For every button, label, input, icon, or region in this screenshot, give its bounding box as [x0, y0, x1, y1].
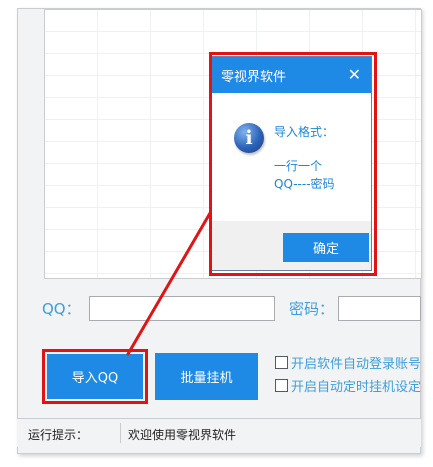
password-label: 密码： — [289, 300, 335, 318]
auto-login-label: 开启软件自动登录账号 — [291, 357, 422, 372]
batch-hang-button[interactable]: 批量挂机 — [155, 353, 258, 400]
status-divider — [120, 423, 121, 443]
password-input[interactable] — [338, 296, 421, 321]
auto-login-option[interactable]: 开启软件自动登录账号 — [275, 353, 421, 372]
status-bar: 运行提示： 欢迎使用零视界软件 — [17, 418, 421, 447]
status-label: 运行提示： — [28, 428, 89, 442]
qq-label: QQ： — [42, 300, 81, 318]
status-message: 欢迎使用零视界软件 — [128, 428, 237, 442]
auto-timer-label: 开启自动定时挂机设定 — [291, 380, 422, 395]
auto-timer-checkbox[interactable] — [275, 379, 288, 392]
qq-input[interactable] — [89, 296, 275, 321]
import-button-highlight — [42, 349, 148, 404]
auto-timer-option[interactable]: 开启自动定时挂机设定 — [275, 376, 421, 395]
auto-login-checkbox[interactable] — [275, 356, 288, 369]
dialog-highlight — [209, 52, 377, 276]
